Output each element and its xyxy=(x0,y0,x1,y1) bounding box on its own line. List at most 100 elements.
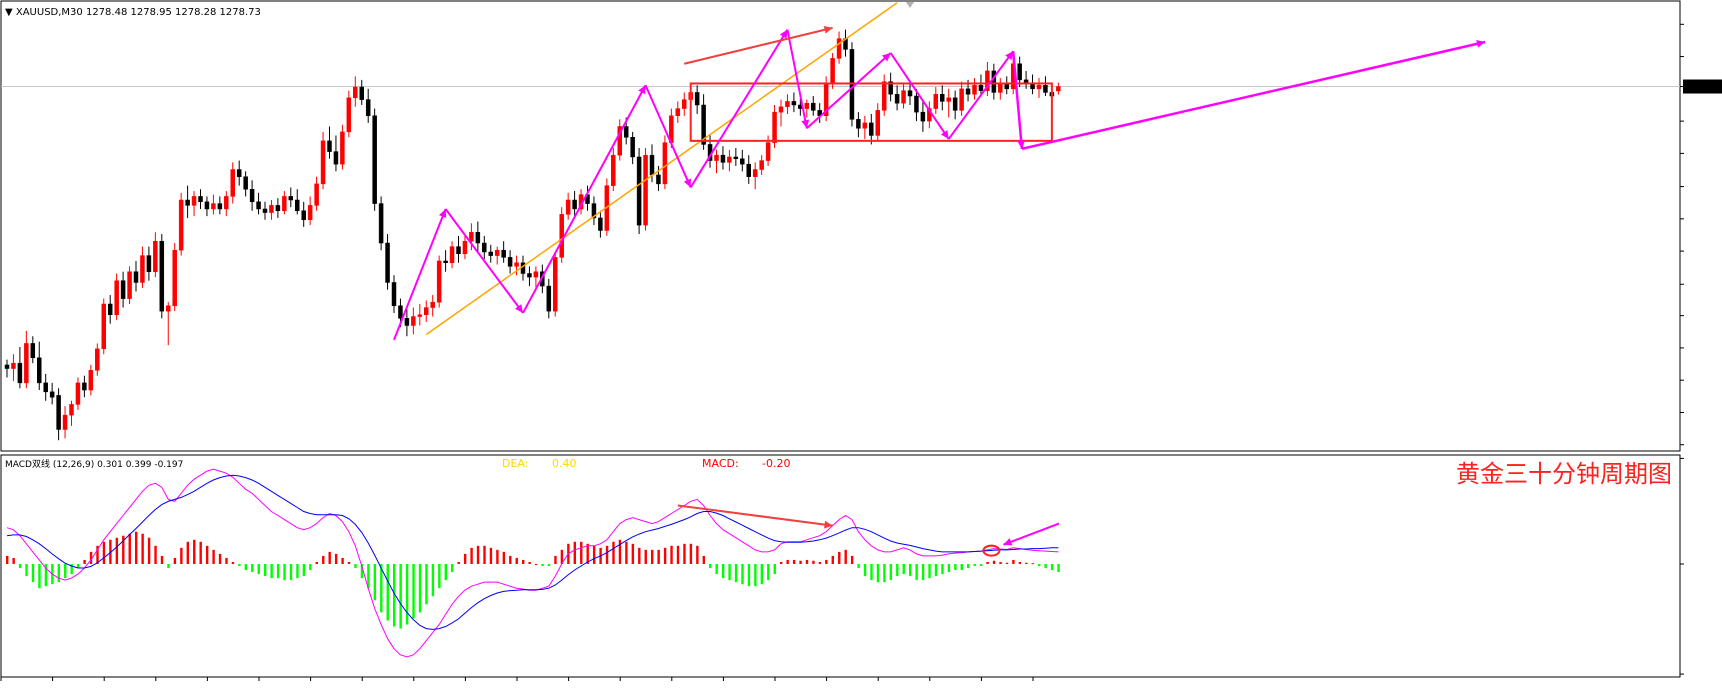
candle-body xyxy=(56,395,61,430)
macd-histogram-bar xyxy=(6,555,9,564)
candle-body xyxy=(785,101,790,108)
macd-histogram-bar xyxy=(915,563,918,581)
macd-histogram-bar xyxy=(631,543,635,564)
macd-histogram-bar xyxy=(721,563,725,579)
candle-body xyxy=(482,242,487,253)
candle-body xyxy=(494,249,500,256)
macd-histogram-bar xyxy=(425,563,428,605)
macd-histogram-bar xyxy=(302,563,306,577)
candle-body xyxy=(836,38,842,59)
macd-histogram-bar xyxy=(128,533,131,564)
candle-body xyxy=(378,203,384,244)
candle-body xyxy=(475,232,481,244)
macd-histogram-bar xyxy=(947,563,951,573)
macd-histogram-bar xyxy=(702,555,705,564)
macd-histogram-bar xyxy=(296,563,299,579)
macd-histogram-bar xyxy=(489,547,493,564)
candle-body xyxy=(965,88,971,95)
candle-body xyxy=(643,154,648,226)
macd-histogram-bar xyxy=(992,560,996,564)
macd-histogram-bar xyxy=(973,563,976,566)
candle-body xyxy=(752,169,758,177)
macd-histogram-bar xyxy=(115,537,119,564)
macd-histogram-bar xyxy=(960,563,963,571)
candle-body xyxy=(443,260,448,264)
candle-body xyxy=(365,99,371,116)
macd-histogram-bar xyxy=(683,543,686,564)
candle-body xyxy=(914,95,919,113)
candle-body xyxy=(449,246,455,264)
candle-body xyxy=(952,97,958,111)
macd-histogram-bar xyxy=(457,561,460,564)
candle-body xyxy=(307,205,313,220)
candle-body xyxy=(759,160,764,170)
candle-body xyxy=(649,154,655,176)
candle-body xyxy=(133,271,139,283)
candle-body xyxy=(488,251,493,256)
candle-body xyxy=(262,208,268,213)
candle-body xyxy=(391,282,397,307)
macd-histogram-bar xyxy=(592,545,596,564)
macd-histogram-bar xyxy=(218,553,222,564)
macd-histogram-bar xyxy=(309,563,312,571)
candle-body xyxy=(95,348,100,371)
macd-histogram-bar xyxy=(709,563,712,569)
macd-histogram-bar xyxy=(934,563,938,577)
candle-body xyxy=(933,93,939,109)
macd-histogram-bar xyxy=(64,563,67,579)
macd-histogram-bar xyxy=(238,563,241,566)
macd-histogram-bar xyxy=(476,545,480,564)
candle-body xyxy=(282,196,287,212)
candle-body xyxy=(572,199,577,210)
candle-body xyxy=(49,391,55,398)
macd-histogram-bar xyxy=(83,559,86,564)
candle-body xyxy=(159,240,165,312)
macd-histogram-bar xyxy=(838,551,841,564)
macd-histogram-bar xyxy=(431,563,435,597)
candle-body xyxy=(11,362,16,369)
candle-body xyxy=(662,142,668,185)
candle-body xyxy=(256,201,261,210)
candle-body xyxy=(746,163,751,177)
candle-body xyxy=(830,58,835,84)
macd-histogram-bar xyxy=(341,557,344,564)
macd-histogram-bar xyxy=(373,563,377,601)
dea-label: DEA: xyxy=(502,457,528,470)
macd-indicator-label[interactable]: MACD双线 (12,26,9) 0.301 0.399 -0.197 xyxy=(5,458,183,470)
macd-histogram-bar xyxy=(728,563,731,581)
macd-histogram-bar xyxy=(541,563,544,566)
candle-body xyxy=(907,90,913,97)
macd-histogram-bar xyxy=(921,563,925,581)
candle-body xyxy=(507,257,513,267)
trading-chart[interactable]: ▼ XAUUSD,M30 1278.48 1278.95 1278.28 127… xyxy=(0,0,1722,697)
candle-body xyxy=(340,131,345,165)
candle-body xyxy=(333,151,339,165)
candle-body xyxy=(417,314,423,317)
macd-histogram-bar xyxy=(1050,563,1054,571)
candle-body xyxy=(1017,63,1022,81)
candle-body xyxy=(295,199,300,212)
macd-histogram-bar xyxy=(747,563,751,587)
candle-body xyxy=(320,140,326,185)
macd-histogram-bar xyxy=(844,549,847,564)
macd-histogram-bar xyxy=(715,563,718,575)
candle-body xyxy=(740,158,745,165)
macd-histogram-bar xyxy=(625,541,628,564)
candle-body xyxy=(359,86,364,100)
candle-body xyxy=(430,301,435,308)
macd-histogram-bar xyxy=(670,545,673,564)
macd-histogram-bar xyxy=(767,563,770,581)
candle-body xyxy=(630,137,635,158)
candle-body xyxy=(4,364,10,369)
macd-histogram-bar xyxy=(605,545,609,564)
macd-histogram-bar xyxy=(12,557,15,564)
macd-histogram-bar xyxy=(289,563,293,581)
symbol-header[interactable]: ▼ XAUUSD,M30 1278.48 1278.95 1278.28 127… xyxy=(5,7,261,18)
chart-background xyxy=(0,0,1722,697)
macd-histogram-bar xyxy=(276,563,280,579)
current-price-box xyxy=(1683,79,1722,94)
macd-histogram-bar xyxy=(386,563,389,621)
macd-histogram-bar xyxy=(186,541,189,564)
macd-histogram-bar xyxy=(257,563,260,575)
macd-histogram-bar xyxy=(328,551,331,564)
